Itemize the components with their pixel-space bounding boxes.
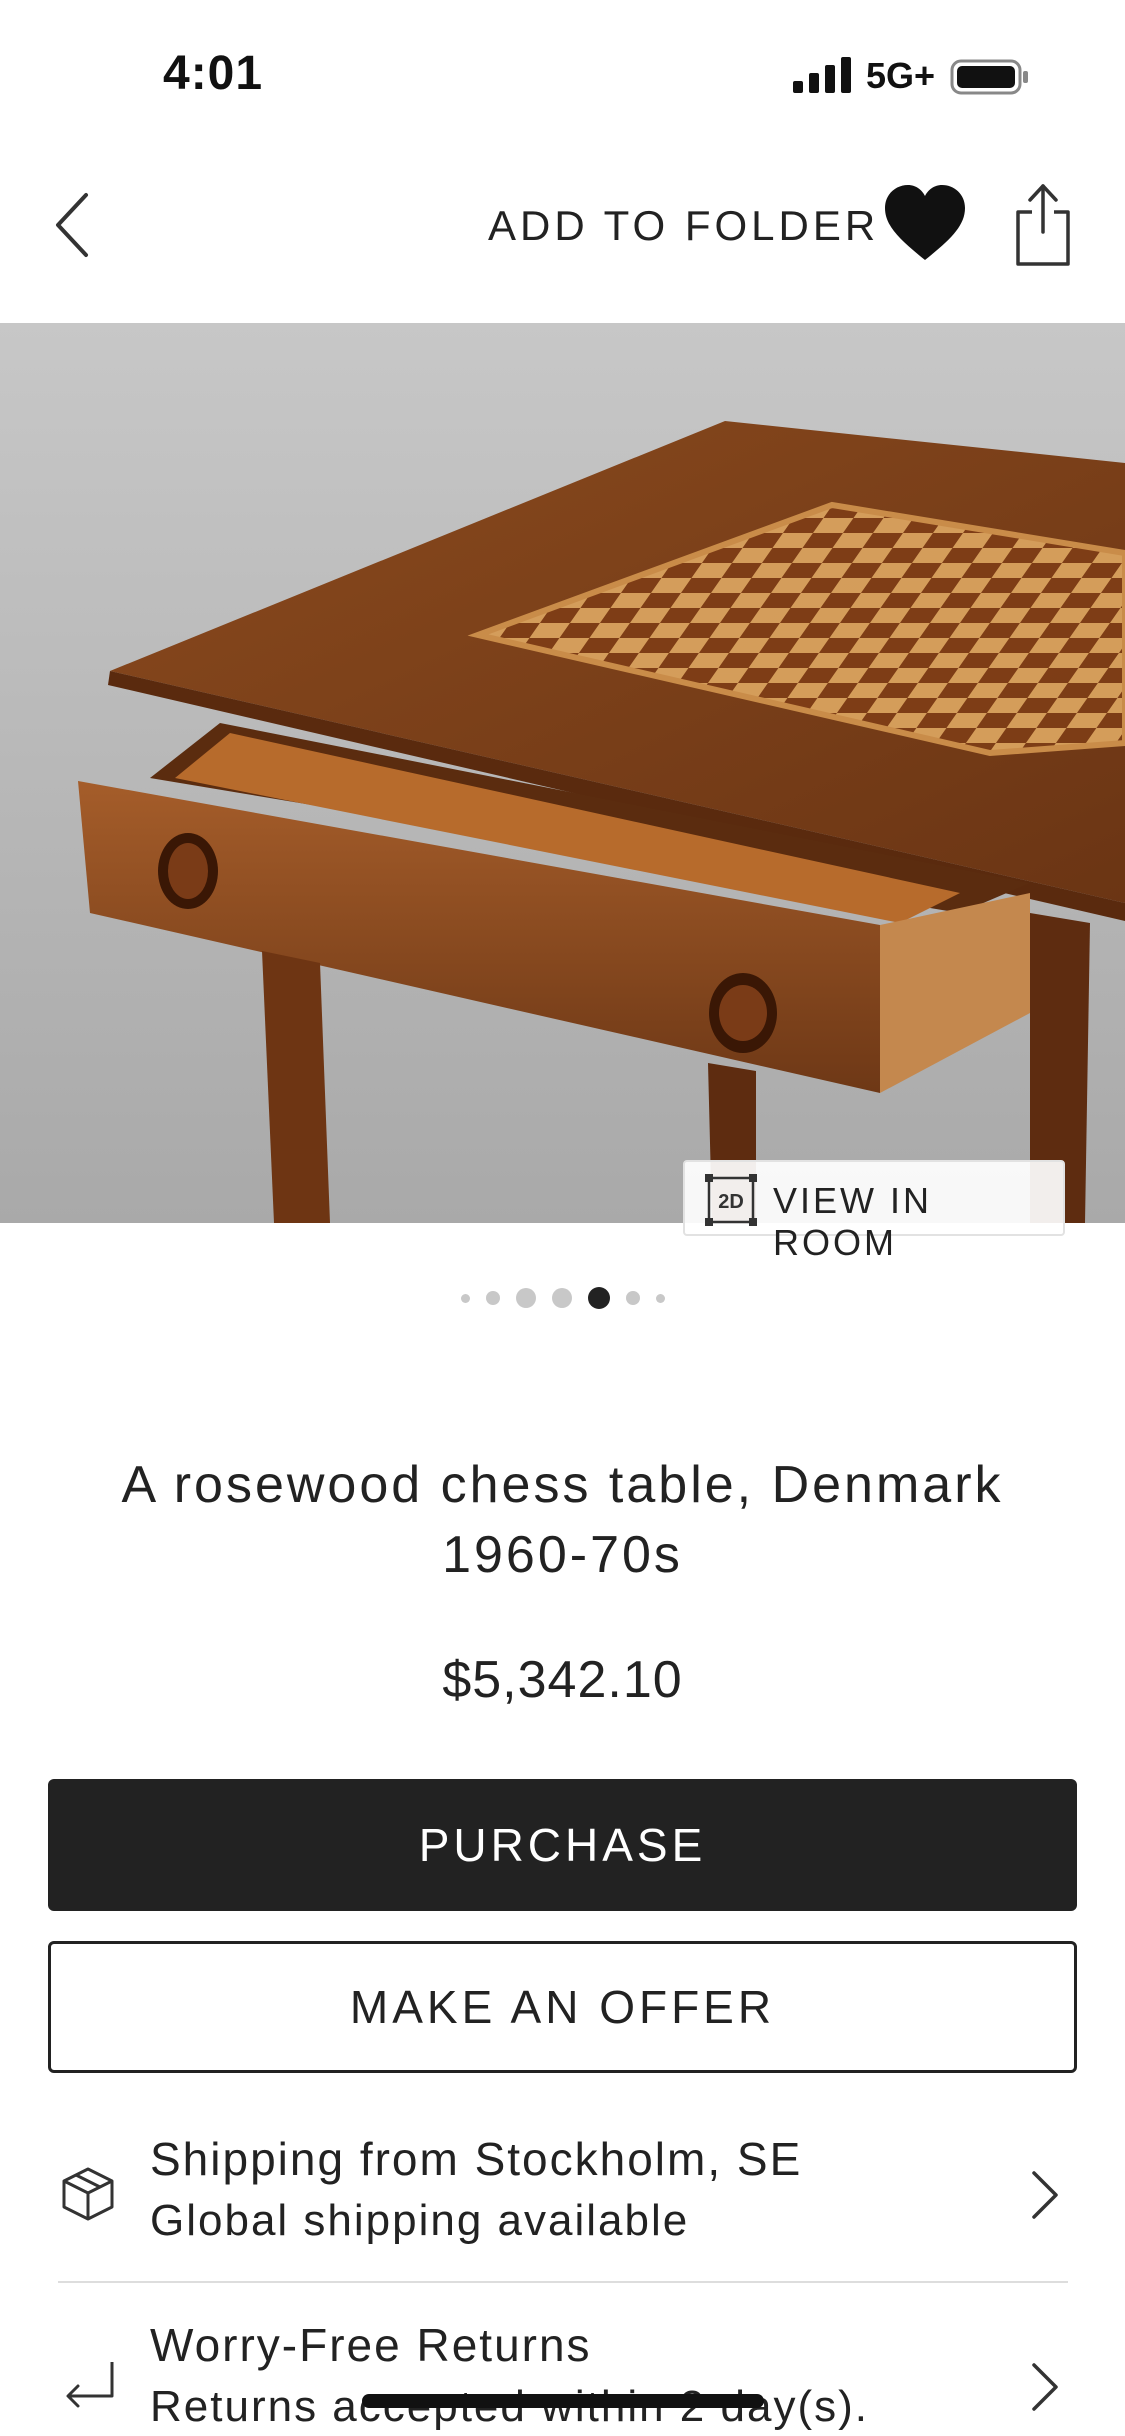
chevron-right-icon bbox=[1032, 2171, 1058, 2219]
home-indicator bbox=[362, 2394, 764, 2408]
heart-filled-icon bbox=[885, 185, 965, 260]
make-offer-button[interactable]: MAKE AN OFFER bbox=[48, 1941, 1077, 2073]
carousel-dot-6[interactable] bbox=[625, 1291, 640, 1305]
return-arrow-icon bbox=[66, 2362, 114, 2408]
product-title-line-1: A rosewood chess table, Denmark bbox=[121, 1456, 1004, 1514]
carousel-dot-3[interactable] bbox=[515, 1288, 536, 1308]
chevron-right-icon bbox=[1032, 2363, 1058, 2411]
battery-icon bbox=[950, 59, 1028, 95]
row-divider bbox=[58, 2281, 1068, 2283]
carousel-dot-1[interactable] bbox=[460, 1293, 470, 1303]
2d-badge-text: 2D bbox=[718, 1191, 744, 1213]
chess-table-illustration bbox=[0, 323, 1125, 1223]
share-button[interactable] bbox=[1008, 180, 1078, 270]
add-to-folder-button[interactable]: ADD TO FOLDER bbox=[488, 202, 879, 250]
product-title: A rosewood chess table, Denmark 1960-70s bbox=[60, 1450, 1065, 1590]
share-icon bbox=[1016, 184, 1070, 266]
product-image[interactable] bbox=[0, 323, 1125, 1223]
product-title-line-2: 1960-70s bbox=[442, 1526, 683, 1584]
carousel-dot-2[interactable] bbox=[485, 1291, 500, 1305]
status-bar: 4:01 5G+ bbox=[0, 0, 1125, 150]
signal-strength-icon bbox=[793, 57, 851, 93]
image-carousel-dots bbox=[0, 1283, 1125, 1313]
chevron-left-icon bbox=[56, 193, 88, 257]
product-price: $5,342.10 bbox=[442, 1651, 683, 1709]
shipping-title: Shipping from Stockholm, SE bbox=[150, 2133, 803, 2185]
purchase-button[interactable]: PURCHASE bbox=[48, 1779, 1077, 1911]
back-button[interactable] bbox=[40, 185, 110, 265]
network-type: 5G+ bbox=[866, 55, 936, 96]
view-in-room-label: VIEW IN ROOM bbox=[773, 1180, 933, 1263]
shipping-subtitle: Global shipping available bbox=[150, 2196, 690, 2245]
returns-info-row[interactable]: Worry-Free Returns Returns accepted with… bbox=[0, 2312, 1125, 2436]
2d-view-icon: 2D bbox=[705, 1174, 757, 1226]
view-in-room-button[interactable]: 2D VIEW IN ROOM bbox=[683, 1160, 1065, 1263]
package-icon bbox=[62, 2167, 114, 2221]
carousel-dot-5-active[interactable] bbox=[587, 1287, 610, 1309]
status-time: 4:01 bbox=[163, 47, 264, 100]
shipping-info-row[interactable]: Shipping from Stockholm, SE Global shipp… bbox=[0, 2120, 1125, 2280]
carousel-dot-4[interactable] bbox=[551, 1288, 572, 1308]
returns-title: Worry-Free Returns bbox=[150, 2319, 592, 2371]
top-nav: ADD TO FOLDER bbox=[0, 150, 1125, 320]
carousel-dot-7[interactable] bbox=[655, 1293, 665, 1303]
favorite-button[interactable] bbox=[880, 180, 970, 270]
